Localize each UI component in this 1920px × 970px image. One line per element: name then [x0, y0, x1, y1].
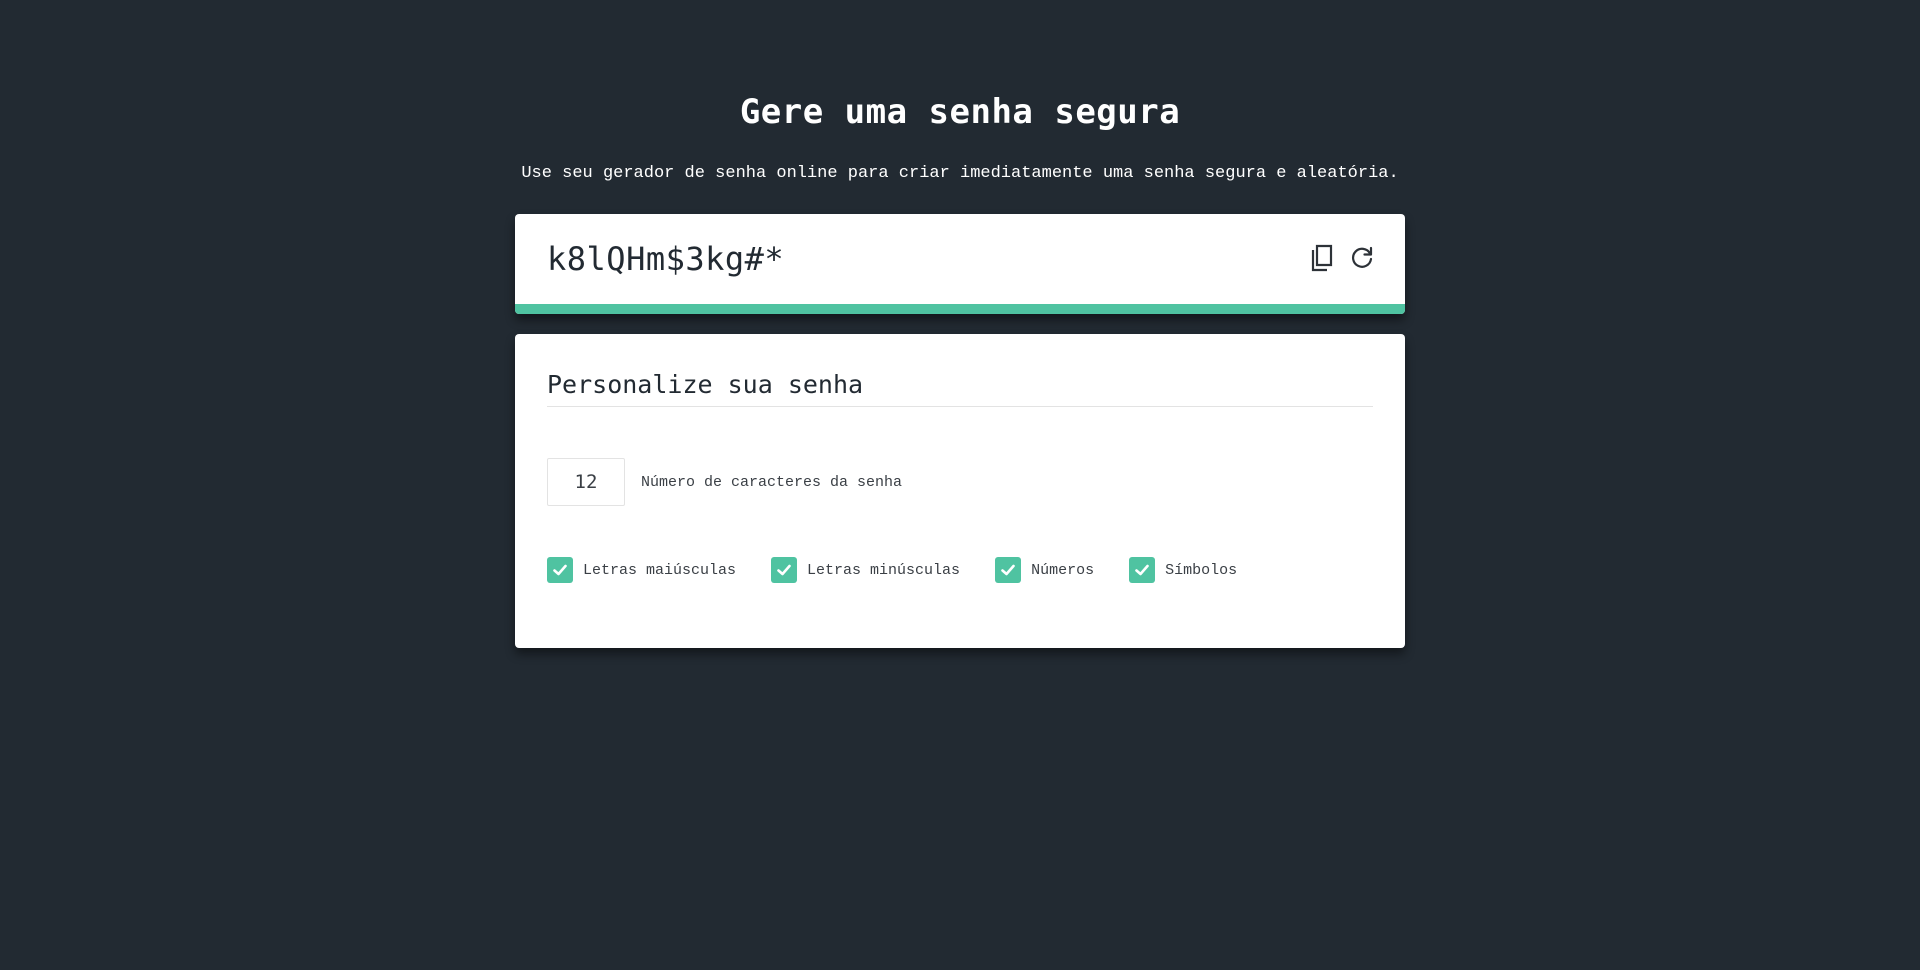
password-card: k8lQHm$3kg#* [515, 214, 1405, 314]
length-row: Número de caracteres da senha [547, 458, 902, 506]
strength-fill [515, 304, 1405, 314]
check-icon [1001, 564, 1015, 576]
check-icon [1135, 564, 1149, 576]
copy-button[interactable] [1309, 242, 1335, 274]
uppercase-label: Letras maiúsculas [583, 561, 737, 579]
symbols-label: Símbolos [1165, 561, 1238, 579]
options-row: Letras maiúsculas Letras minúsculas Núme… [547, 557, 1272, 583]
customize-heading: Personalize sua senha [547, 370, 864, 399]
numbers-checkbox[interactable] [995, 557, 1022, 583]
numbers-label: Números [1031, 561, 1095, 579]
password-length-input[interactable] [547, 458, 625, 506]
option-symbols[interactable]: Símbolos [1129, 557, 1237, 583]
page-subtitle: Use seu gerador de senha online para cri… [521, 164, 1399, 183]
refresh-button[interactable] [1349, 242, 1375, 274]
page-title: Gere uma senha segura [739, 92, 1181, 132]
divider [547, 406, 1373, 407]
refresh-icon [1351, 246, 1373, 268]
check-icon [777, 564, 791, 576]
customize-card: Personalize sua senha Número de caracter… [515, 334, 1405, 648]
option-lowercase[interactable]: Letras minúsculas [771, 557, 960, 583]
option-numbers[interactable]: Números [995, 557, 1094, 583]
page: Gere uma senha segura Use seu gerador de… [0, 0, 1920, 970]
generated-password[interactable]: k8lQHm$3kg#* [547, 240, 784, 278]
password-length-label: Número de caracteres da senha [641, 473, 903, 491]
option-uppercase[interactable]: Letras maiúsculas [547, 557, 736, 583]
copy-icon [1311, 244, 1333, 272]
uppercase-checkbox[interactable] [547, 557, 573, 583]
password-actions [1309, 242, 1375, 274]
lowercase-label: Letras minúsculas [807, 561, 961, 579]
symbols-checkbox[interactable] [1129, 557, 1156, 583]
strength-bar [515, 304, 1405, 314]
lowercase-checkbox[interactable] [771, 557, 798, 583]
check-icon [553, 564, 567, 576]
